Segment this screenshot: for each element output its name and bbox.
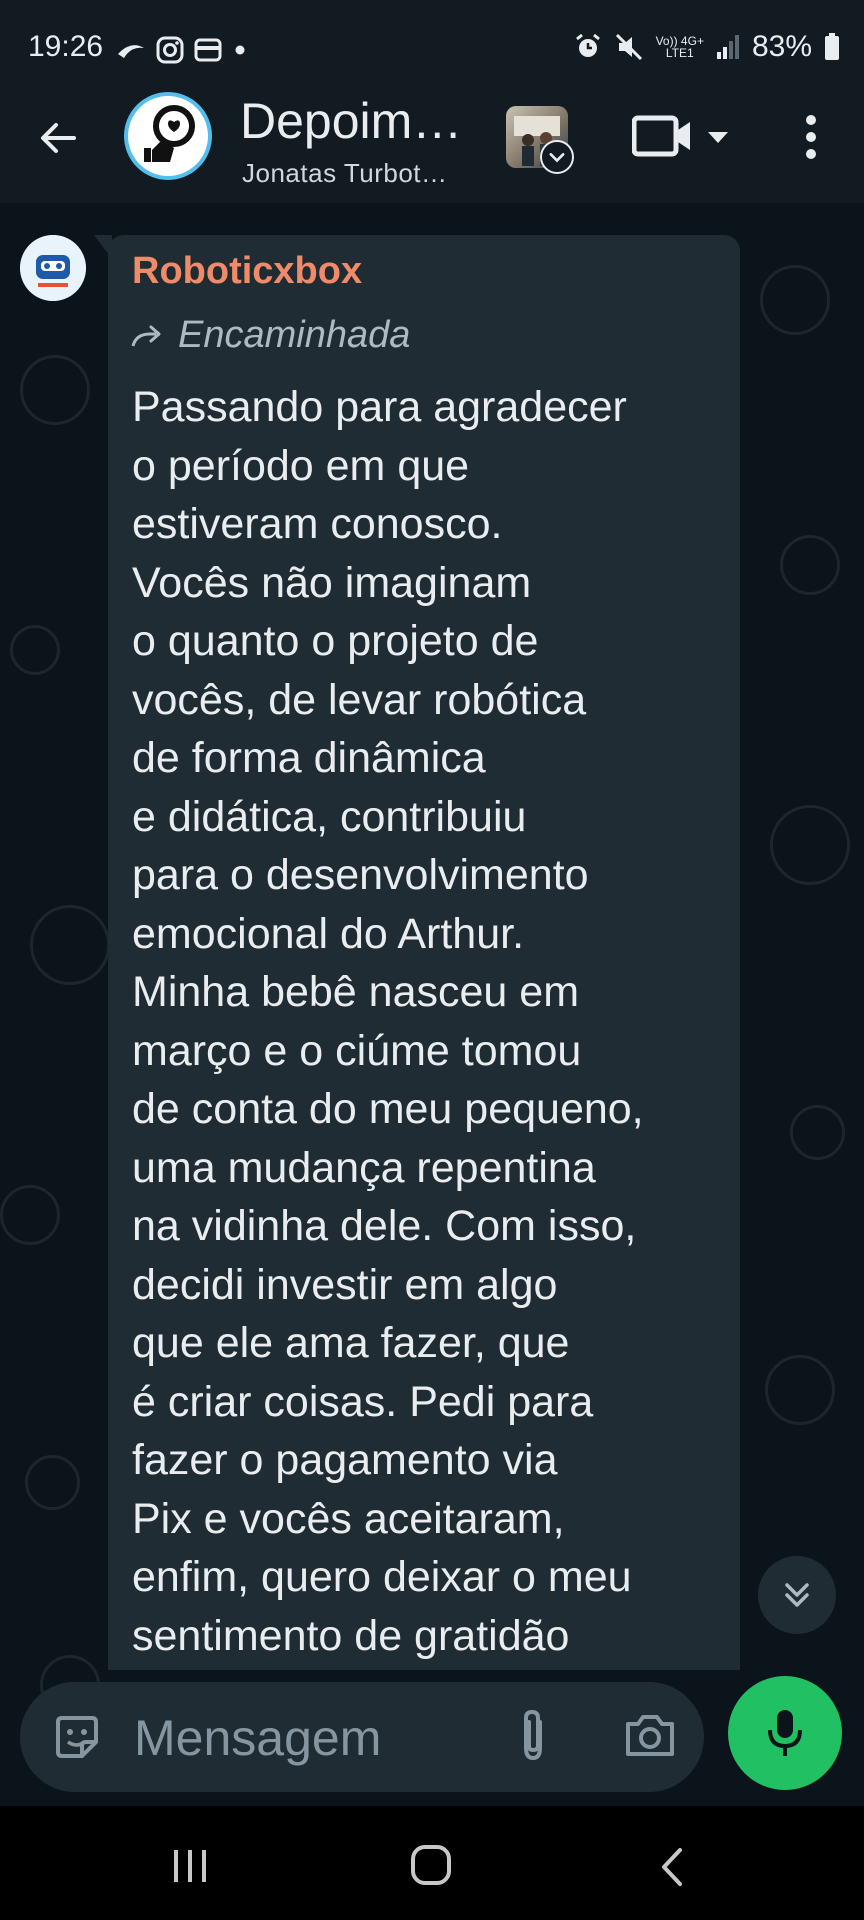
chat-subtitle[interactable]: Jonatas Turbot… [242,158,448,189]
voice-message-button[interactable] [728,1676,842,1790]
sticker-emoji-icon[interactable] [52,1712,102,1762]
instagram-icon [156,36,184,64]
double-chevron-down-icon [785,1583,809,1607]
home-icon[interactable] [410,1844,452,1886]
back-arrow-icon[interactable] [34,114,82,162]
battery-percent: 83% [751,30,812,63]
more-vert-icon[interactable] [796,112,826,162]
dot-icon [235,45,245,55]
message-input[interactable] [134,1706,474,1770]
dropdown-icon [708,132,728,143]
forwarded-label: Encaminhada [178,314,411,356]
sender-avatar[interactable] [20,235,86,301]
battery-icon [825,33,839,60]
scroll-to-bottom-button[interactable] [758,1556,836,1634]
forward-arrow-icon [131,325,161,346]
message-text: Passando para agradecer o período em que… [132,383,644,1660]
status-bar: 19:26 Vo)) 4G+ LTE1 83% [0,0,864,100]
alarm-icon [575,33,600,57]
wallet-icon [194,38,222,62]
microphone-icon [768,1710,802,1756]
network-indicator: Vo)) 4G+ LTE1 [655,34,704,60]
chat-title[interactable]: Depoim… [240,92,462,150]
nav-back-icon[interactable] [656,1846,686,1888]
sender-name[interactable]: Roboticxbox [132,250,362,293]
thumbs-up-heart-icon [144,105,195,162]
recent-apps-icon[interactable] [170,1848,210,1884]
video-call-icon[interactable] [632,112,732,162]
status-time: 19:26 [28,30,104,63]
group-avatar[interactable] [124,92,212,180]
forwarded-indicator: Encaminhada [130,314,410,357]
chevron-badge-icon[interactable] [540,140,574,174]
attach-icon[interactable] [512,1706,554,1766]
camera-icon[interactable] [624,1712,676,1758]
signal-icon [716,35,739,59]
mute-icon [615,33,642,61]
messenger-icon [118,45,144,58]
